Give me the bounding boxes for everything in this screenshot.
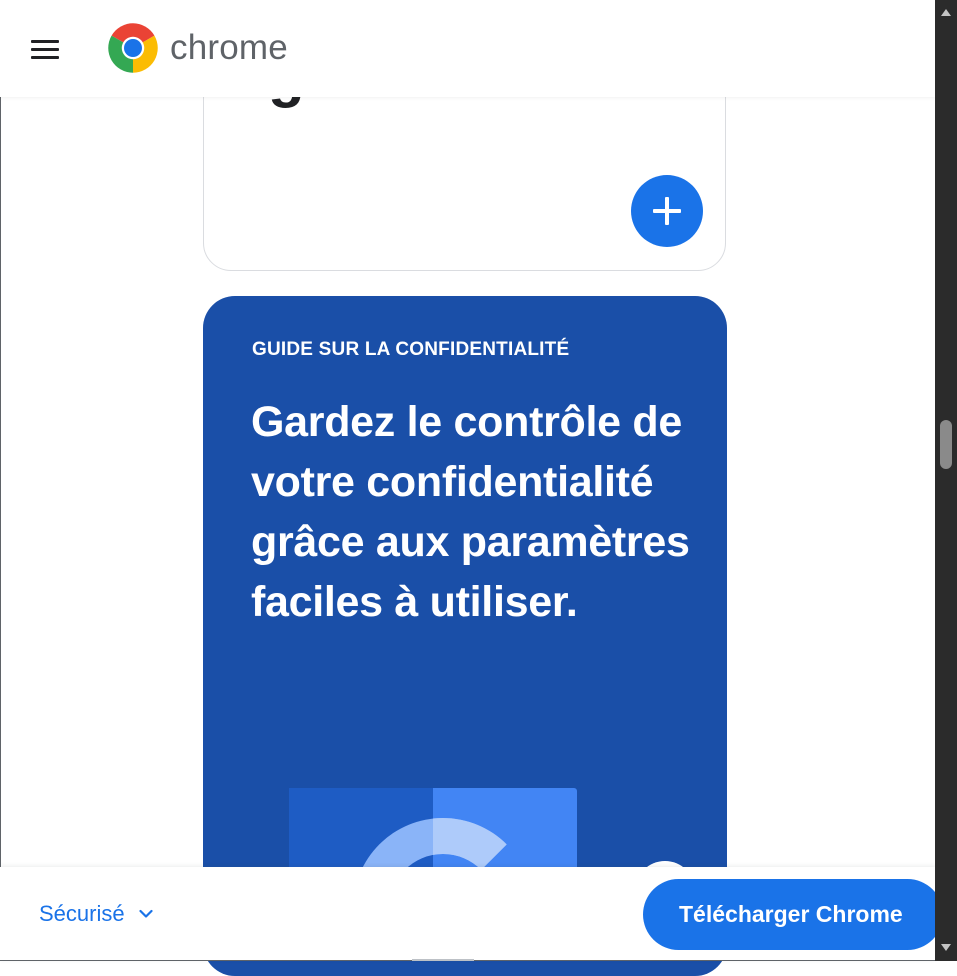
scroll-up-arrow-icon[interactable] [941,9,951,16]
vertical-scrollbar[interactable] [935,0,957,961]
window-left-border [0,0,1,961]
chevron-down-icon [138,909,153,918]
privacy-card-headline: Gardez le contrôle de votre confidential… [251,398,690,626]
download-chrome-button[interactable]: Télécharger Chrome [643,879,943,950]
hamburger-menu-icon[interactable] [31,39,59,59]
expand-card-button[interactable] [631,175,703,247]
secure-label: Sécurisé [39,901,125,926]
scrollbar-thumb[interactable] [940,420,952,469]
privacy-card-eyebrow: GUIDE SUR LA CONFIDENTIALITÉ [252,339,570,360]
chrome-wordmark: chrome [170,28,288,67]
chrome-logo-icon[interactable] [106,21,160,75]
secure-dropdown[interactable]: Sécurisé [39,901,153,927]
bottom-bar: Sécurisé Télécharger Chrome [0,867,943,961]
site-header: chrome [0,0,935,97]
scroll-down-arrow-icon[interactable] [941,944,951,951]
